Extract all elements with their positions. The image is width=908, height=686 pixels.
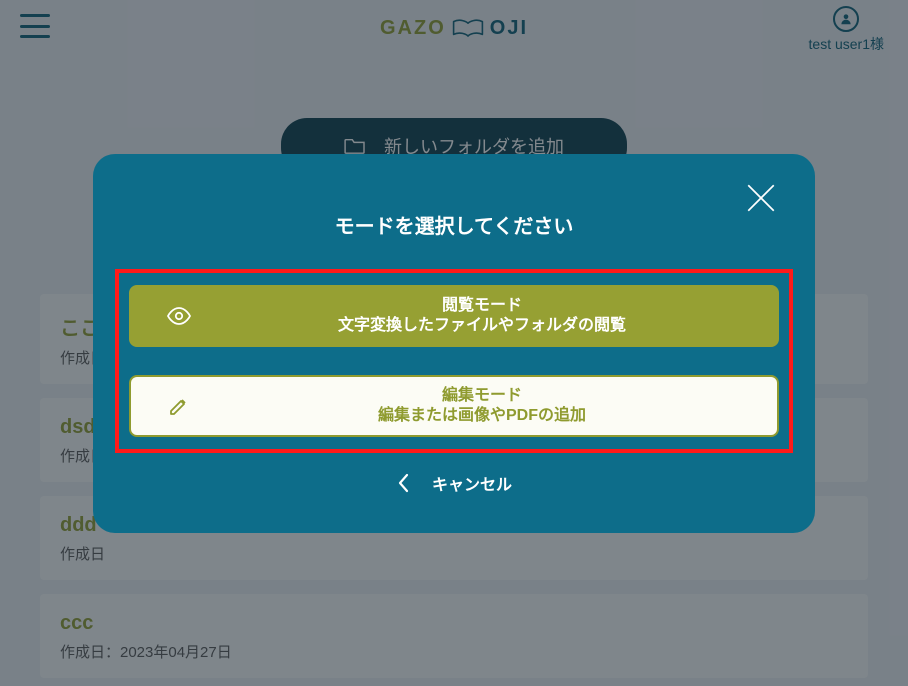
eye-icon — [151, 306, 207, 326]
close-icon — [744, 181, 778, 215]
mode-view-line1: 閲覧モード — [207, 296, 757, 316]
cancel-label: キャンセル — [432, 471, 512, 495]
close-button[interactable] — [741, 178, 781, 218]
mode-view-button[interactable]: 閲覧モード 文字変換したファイルやフォルダの閲覧 — [129, 285, 779, 347]
modal-overlay: モードを選択してください 閲覧モード 文字変換したファイルやフォルダの閲覧 — [0, 0, 908, 686]
mode-view-text: 閲覧モード 文字変換したファイルやフォルダの閲覧 — [207, 296, 757, 336]
modal-title: モードを選択してください — [121, 210, 787, 239]
highlight-annotation: 閲覧モード 文字変換したファイルやフォルダの閲覧 編集モード 編集または画像やP… — [115, 269, 793, 453]
chevron-left-icon — [396, 473, 410, 493]
mode-edit-line1: 編集モード — [207, 386, 757, 406]
pencil-icon — [151, 394, 207, 418]
mode-edit-line2: 編集または画像やPDFの追加 — [207, 406, 757, 426]
cancel-button[interactable]: キャンセル — [121, 471, 787, 495]
mode-select-modal: モードを選択してください 閲覧モード 文字変換したファイルやフォルダの閲覧 — [93, 154, 815, 533]
mode-edit-text: 編集モード 編集または画像やPDFの追加 — [207, 386, 757, 426]
mode-edit-button[interactable]: 編集モード 編集または画像やPDFの追加 — [129, 375, 779, 437]
mode-view-line2: 文字変換したファイルやフォルダの閲覧 — [207, 316, 757, 336]
